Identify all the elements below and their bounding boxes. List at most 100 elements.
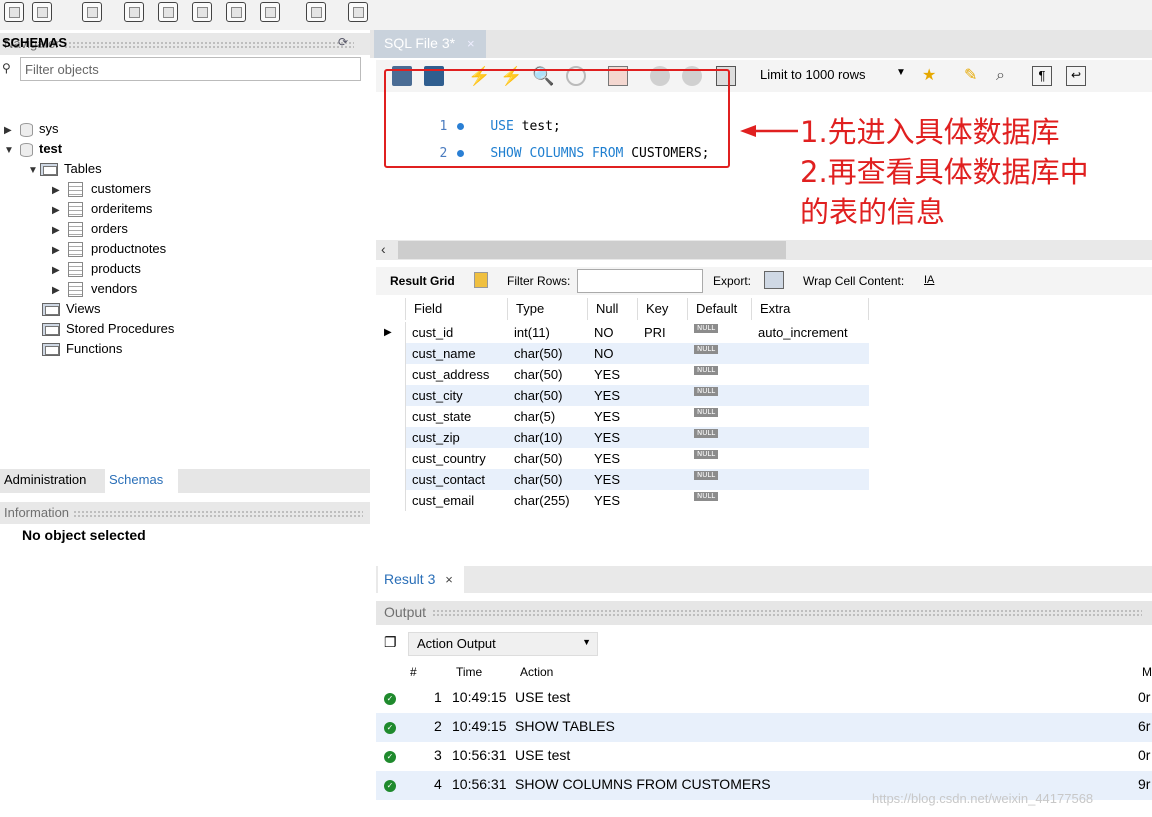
grid-cell[interactable]: YES <box>588 406 638 427</box>
grid-cell[interactable]: cust_id <box>406 322 508 343</box>
grid-cell[interactable]: PRI <box>638 322 688 343</box>
grid-cell[interactable]: YES <box>588 448 638 469</box>
grid-cell[interactable]: cust_name <box>406 343 508 364</box>
grid-cell[interactable]: NULL <box>688 406 752 427</box>
grid-cell[interactable] <box>638 427 688 448</box>
tree-item-table[interactable]: ▶ productnotes <box>52 239 166 259</box>
column-header[interactable]: # <box>410 665 417 679</box>
tab-sql-file[interactable]: SQL File 3* × <box>374 30 486 58</box>
expand-arrow-icon[interactable]: ▶ <box>52 241 64 261</box>
table-row[interactable]: cust_city char(50) YES NULL <box>376 385 869 406</box>
row-selector[interactable] <box>376 448 406 469</box>
grid-cell[interactable] <box>752 427 869 448</box>
column-header[interactable]: Key <box>638 298 688 320</box>
open-sql-script-icon[interactable] <box>32 2 52 22</box>
expand-arrow-icon[interactable]: ▶ <box>52 281 64 301</box>
grid-cell[interactable] <box>752 385 869 406</box>
invisible-chars-icon[interactable]: ¶ <box>1032 66 1052 86</box>
output-row[interactable]: ✓ 2 10:49:15 SHOW TABLES 6r <box>376 713 1152 742</box>
grid-cell[interactable]: NULL <box>688 343 752 364</box>
row-selector[interactable] <box>376 490 406 511</box>
beautify-icon[interactable]: ✎ <box>964 66 984 86</box>
column-header[interactable]: Field <box>406 298 508 320</box>
reconnect-icon[interactable] <box>348 2 368 22</box>
column-header[interactable]: M <box>1142 665 1152 679</box>
table-row[interactable]: cust_address char(50) YES NULL <box>376 364 869 385</box>
create-schema-icon[interactable] <box>124 2 144 22</box>
grid-cell[interactable]: cust_address <box>406 364 508 385</box>
tree-item-sys[interactable]: ▶ sys <box>4 119 59 139</box>
grid-cell[interactable]: cust_zip <box>406 427 508 448</box>
grid-cell[interactable]: NULL <box>688 427 752 448</box>
add-snippet-icon[interactable]: ★ <box>922 66 942 86</box>
output-row[interactable]: ✓ 3 10:56:31 USE test 0r <box>376 742 1152 771</box>
tree-item-test[interactable]: ▼ test <box>4 139 62 159</box>
expand-arrow-icon[interactable]: ▶ <box>52 181 64 201</box>
row-selector[interactable] <box>376 469 406 490</box>
create-table-icon[interactable] <box>158 2 178 22</box>
grid-cell[interactable]: auto_increment <box>752 322 869 343</box>
tree-item-functions[interactable]: Functions <box>42 339 122 359</box>
row-selector[interactable] <box>376 385 406 406</box>
tree-item-table[interactable]: ▶ products <box>52 259 141 279</box>
tab-schemas[interactable]: Schemas <box>105 469 178 493</box>
tree-item-stored-procedures[interactable]: Stored Procedures <box>42 319 174 339</box>
grid-cell[interactable] <box>638 490 688 511</box>
grid-cell[interactable]: NULL <box>688 448 752 469</box>
grid-view-icon[interactable] <box>474 272 488 288</box>
tab-result[interactable]: Result 3 × <box>378 566 464 593</box>
grid-cell[interactable]: char(50) <box>508 385 588 406</box>
new-sql-tab-icon[interactable] <box>4 2 24 22</box>
grid-cell[interactable] <box>638 343 688 364</box>
table-row[interactable]: cust_state char(5) YES NULL <box>376 406 869 427</box>
collapse-arrow-icon[interactable]: ▼ <box>28 161 40 181</box>
grid-cell[interactable]: int(11) <box>508 322 588 343</box>
grid-cell[interactable]: NULL <box>688 469 752 490</box>
collapse-arrow-icon[interactable]: ▼ <box>4 141 16 161</box>
row-selector[interactable] <box>376 427 406 448</box>
grid-cell[interactable]: char(10) <box>508 427 588 448</box>
grid-cell[interactable]: YES <box>588 385 638 406</box>
grid-cell[interactable]: NULL <box>688 322 752 343</box>
grid-cell[interactable]: NULL <box>688 364 752 385</box>
filter-rows-input[interactable] <box>577 269 703 293</box>
grid-cell[interactable]: cust_country <box>406 448 508 469</box>
grid-cell[interactable]: char(50) <box>508 448 588 469</box>
grid-cell[interactable]: NULL <box>688 490 752 511</box>
grid-cell[interactable] <box>752 343 869 364</box>
table-row[interactable]: ▶ cust_id int(11) NO PRI NULL auto_increment <box>376 322 869 343</box>
grid-cell[interactable]: char(255) <box>508 490 588 511</box>
table-row[interactable]: cust_contact char(50) YES NULL <box>376 469 869 490</box>
grid-cell[interactable] <box>752 490 869 511</box>
create-procedure-icon[interactable] <box>226 2 246 22</box>
chevron-down-icon[interactable]: ▼ <box>582 637 591 647</box>
tree-item-table[interactable]: ▶ vendors <box>52 279 137 299</box>
grid-cell[interactable]: NO <box>588 322 638 343</box>
table-row[interactable]: cust_email char(255) YES NULL <box>376 490 869 511</box>
column-header[interactable]: Extra <box>752 298 869 320</box>
wrap-cell-icon[interactable]: IA <box>924 274 934 286</box>
create-view-icon[interactable] <box>192 2 212 22</box>
limit-rows-select[interactable]: Limit to 1000 rows <box>760 67 866 82</box>
grid-cell[interactable]: YES <box>588 364 638 385</box>
grid-cell[interactable]: NULL <box>688 385 752 406</box>
grid-cell[interactable]: cust_state <box>406 406 508 427</box>
grid-cell[interactable] <box>638 448 688 469</box>
grid-cell[interactable]: YES <box>588 469 638 490</box>
expand-arrow-icon[interactable]: ▶ <box>52 221 64 241</box>
tree-item-table[interactable]: ▶ orderitems <box>52 199 152 219</box>
export-icon[interactable] <box>764 271 784 289</box>
close-icon[interactable]: × <box>467 36 475 51</box>
current-row-icon[interactable]: ▶ <box>376 322 406 343</box>
grid-cell[interactable]: cust_city <box>406 385 508 406</box>
column-header[interactable]: Null <box>588 298 638 320</box>
tree-item-tables[interactable]: ▼ Tables <box>28 159 102 179</box>
table-row[interactable]: cust_name char(50) NO NULL <box>376 343 869 364</box>
table-row[interactable]: cust_country char(50) YES NULL <box>376 448 869 469</box>
row-selector[interactable] <box>376 364 406 385</box>
table-row[interactable]: cust_zip char(10) YES NULL <box>376 427 869 448</box>
tree-item-table[interactable]: ▶ customers <box>52 179 151 199</box>
scroll-left-icon[interactable]: ‹ <box>381 241 386 257</box>
result-grid-button[interactable]: Result Grid <box>390 274 455 288</box>
find-icon[interactable]: ⌕ <box>996 66 1016 86</box>
